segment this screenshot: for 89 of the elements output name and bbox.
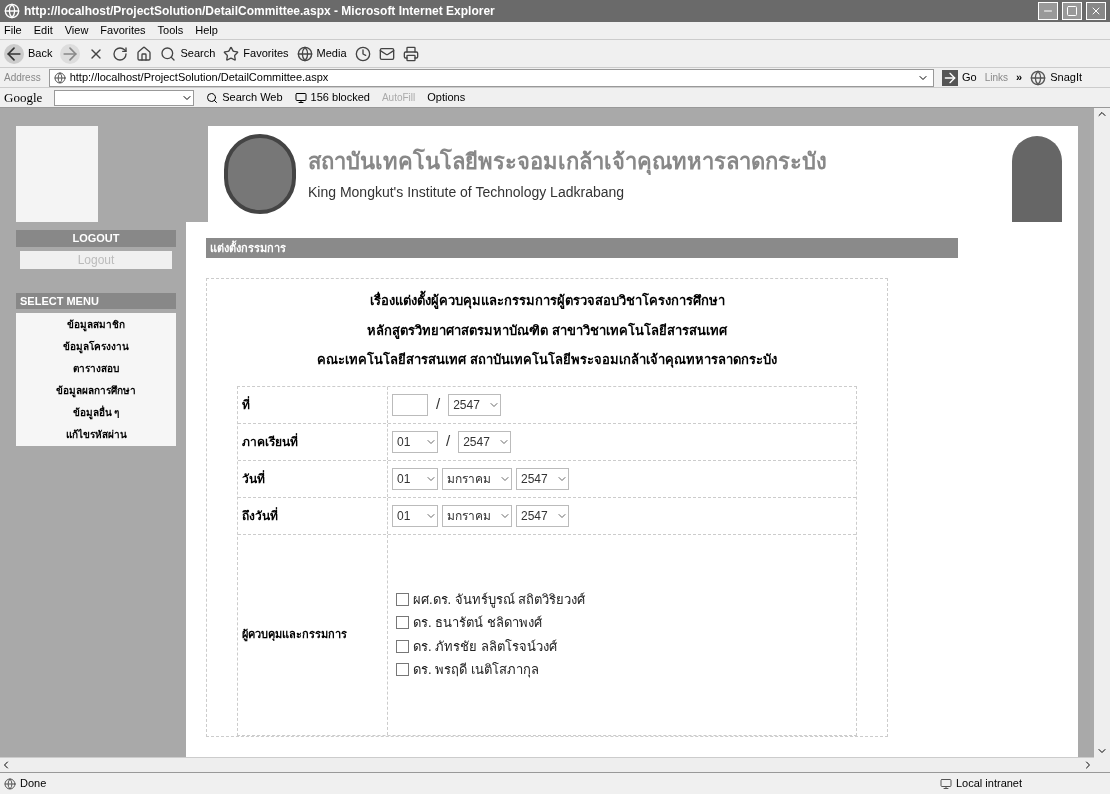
zone-text: Local intranet (956, 776, 1024, 792)
search-icon (206, 91, 219, 104)
status-text: Done (20, 776, 48, 792)
field-label: ที่ (242, 395, 250, 414)
menu-link[interactable]: ข้อมูลโครงงาน (63, 339, 129, 354)
member-name: ดร. ธนารัตน์ ชลิดาพงศ์ (413, 614, 542, 632)
search-button[interactable]: Search (160, 45, 216, 62)
menu-link[interactable]: ข้อมูลอื่น ๆ (72, 405, 120, 420)
blocked-button[interactable]: 156 blocked (294, 89, 370, 106)
institute-name-english: King Mongkut's Institute of Technology Ladkrabang (308, 183, 626, 202)
dropdown[interactable]: 2547 (448, 393, 501, 416)
mail-icon (378, 45, 395, 62)
checkbox[interactable] (396, 592, 409, 606)
search-web-button[interactable]: Search Web (206, 89, 283, 106)
member-name: ดร. ภัทรชัย ลลิตโรจน์วงศ์ (413, 637, 557, 656)
globe-icon (296, 45, 313, 62)
close-icon (1090, 5, 1102, 17)
panel-title-bar: แต่งตั้งกรรมการ (206, 238, 958, 258)
page-done-icon (4, 777, 16, 790)
globe-icon (53, 71, 66, 84)
menu-link[interactable]: ข้อมูลสมาชิก (67, 317, 125, 332)
maximize-button[interactable] (1062, 2, 1082, 20)
menu-link[interactable]: ตารางสอบ (73, 361, 119, 376)
slash-separator: / (435, 394, 442, 415)
google-logo[interactable]: Google (4, 87, 43, 108)
menu-item[interactable]: File (4, 22, 22, 39)
history-button[interactable] (354, 45, 371, 62)
clock-icon (354, 45, 371, 62)
dropdown[interactable]: 01 (392, 504, 438, 527)
page-icon (4, 3, 20, 19)
member-name: ดร. พรฤดี เนติโสภากุล (413, 661, 539, 680)
field-label: ภาคเรียนที่ (242, 432, 298, 451)
dropdown[interactable]: 2547 (516, 467, 569, 490)
menu-item[interactable]: Edit (33, 22, 53, 39)
snagit-button[interactable]: SnagIt (1030, 69, 1106, 86)
back-button[interactable]: Back (4, 43, 53, 64)
dropdown[interactable]: 01 (392, 467, 438, 490)
star-icon (223, 45, 240, 62)
menu-item[interactable]: Favorites (100, 22, 146, 39)
favorites-button[interactable]: Favorites (223, 45, 289, 62)
printer-icon (402, 45, 419, 62)
logout-heading: LOGOUT (16, 230, 176, 247)
close-button[interactable] (1086, 2, 1106, 20)
form-heading: คณะเทคโนโลยีสารสนเทศ สถาบันเทคโนโลยีพระจอมเกล้าเจ้าคุณทหารลาดกระบัง (316, 351, 778, 370)
dropdown[interactable]: มกราคม (442, 467, 512, 490)
refresh-icon (112, 45, 129, 62)
field-label: วันที่ (242, 469, 265, 488)
dropdown[interactable]: 01 (392, 430, 438, 453)
refresh-button[interactable] (112, 45, 129, 62)
number-field[interactable] (392, 393, 428, 416)
window-icon (294, 91, 307, 104)
dropdown[interactable]: 2547 (458, 430, 511, 453)
vertical-scrollbar[interactable] (1094, 108, 1110, 772)
field-label: ผู้ควบคุมและกรรมการ (242, 627, 347, 643)
institute-name-thai: สถาบันเทคโนโลยีพระจอมเกล้าเจ้าคุณทหารลาดกระบัง (308, 147, 827, 177)
chevron-glyph[interactable]: » (1016, 69, 1023, 86)
options-button[interactable]: Options (427, 89, 466, 106)
field-label: ถึงวันที่ (242, 506, 278, 525)
checkbox[interactable] (396, 616, 409, 630)
menu-item[interactable]: Help (195, 22, 218, 39)
window-title: http://localhost/ProjectSolution/DetailCommittee.aspx - Microsoft Internet Explorer (24, 3, 496, 20)
menu-item[interactable]: View (64, 22, 89, 39)
mail-button[interactable] (378, 45, 395, 62)
forward-button[interactable] (60, 43, 81, 64)
member-name: ผศ.ดร. จันทร์บูรณ์ สถิตวิริยวงศ์ (413, 590, 586, 609)
form-heading: หลักสูตรวิทยาศาสตรมหาบัณฑิต สาขาวิชาเทคโนโลยีสารสนเทศ (366, 321, 728, 340)
go-button[interactable]: Go (942, 69, 977, 86)
menu-link[interactable]: ข้อมูลผลการศึกษา (56, 383, 136, 398)
google-search-field[interactable] (54, 89, 195, 106)
maximize-icon (1066, 5, 1078, 17)
slash-separator: / (445, 431, 452, 452)
menu-link[interactable]: แก้ไขรหัสผ่าน (65, 427, 127, 442)
home-icon (136, 45, 153, 62)
form-heading: เรื่องแต่งตั้งผู้ควบคุมและกรรมการผู้ตรวจสอบวิชาโครงการศึกษา (369, 291, 725, 311)
address-label: Address (4, 71, 41, 85)
menu-item[interactable]: Tools (157, 22, 184, 39)
menu-heading: SELECT MENU (16, 292, 176, 309)
horizontal-scrollbar[interactable] (0, 757, 1094, 772)
search-icon (160, 45, 177, 62)
print-button[interactable] (402, 45, 419, 62)
checkbox[interactable] (396, 663, 409, 677)
globe-icon (1030, 69, 1047, 86)
address-field[interactable]: http://localhost/ProjectSolution/DetailCommittee.aspx (48, 68, 934, 87)
dropdown[interactable]: 2547 (516, 504, 569, 527)
media-button[interactable]: Media (296, 45, 347, 62)
dropdown[interactable]: มกราคม (442, 504, 512, 527)
home-button[interactable] (136, 45, 153, 62)
checkbox[interactable] (396, 639, 409, 653)
minimize-button[interactable] (1038, 2, 1058, 20)
